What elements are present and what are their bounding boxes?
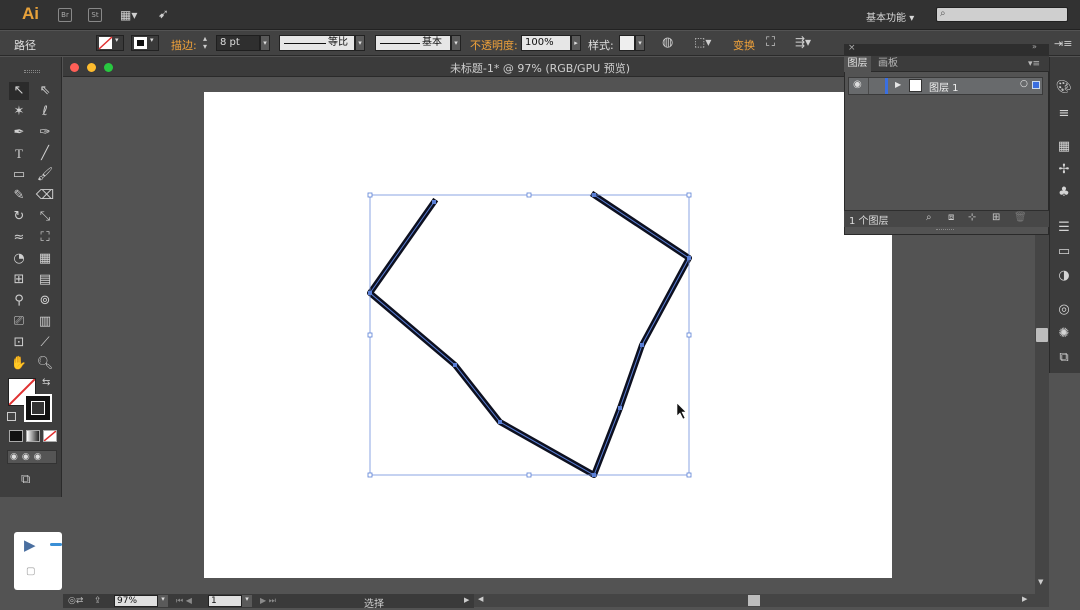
next-artboard-icon[interactable]: ▶ ⏭ [260,596,276,606]
layer-name[interactable]: 图层 1 [929,79,959,94]
brushes-icon[interactable]: ✢ [1055,162,1073,178]
scroll-right-icon[interactable]: ▶ [1022,595,1027,603]
graphic-styles-icon[interactable]: ✺ [1055,326,1073,342]
layers-panel-header[interactable]: × » [844,42,1049,56]
locate-object-icon[interactable]: ⌕ [926,212,932,223]
appearance-icon[interactable]: ◎ [1055,302,1073,318]
artboard-dropdown[interactable]: ▾ [242,595,252,607]
target-circle-icon[interactable]: ○ [1020,79,1028,89]
tab-layers[interactable]: 图层 [844,56,871,72]
gradient-panel-icon[interactable]: ▭ [1055,244,1073,260]
swatches-icon[interactable]: ▦ [1055,139,1073,155]
panel-menu-icon[interactable]: ▾≡ [1028,56,1040,72]
layer-row[interactable]: ◉ ▶ 图层 1 ○ [848,77,1043,95]
new-layer-icon[interactable]: ⊞ [992,212,1000,223]
collapse-icon[interactable]: » [1032,42,1037,51]
column-divider [868,78,869,94]
layer-count: 1 个图层 [849,216,889,227]
layer-thumbnail [909,79,922,92]
layers-icon[interactable]: ⧉ [1055,350,1073,366]
status-menu-icon[interactable]: ▶ [464,596,469,604]
scroll-left-icon[interactable]: ◀ [478,595,483,603]
export-icon[interactable]: ⇪ [94,596,102,606]
make-clipping-mask-icon[interactable]: ⧈ [948,212,954,223]
vertical-scroll-thumb[interactable] [1036,328,1048,342]
transparency-icon[interactable]: ◑ [1055,268,1073,284]
scroll-down-icon[interactable]: ▼ [1038,578,1043,586]
visibility-eye-icon[interactable]: ◉ [853,79,862,90]
new-sublayer-icon[interactable]: ⊹ [968,212,976,223]
rotate-view-icon[interactable]: ◎⇄ [68,596,83,606]
artboard-number-input[interactable]: 1 [208,595,242,607]
stroke-path[interactable] [367,190,692,478]
horizontal-scroll-thumb[interactable] [748,595,760,606]
layers-panel [844,44,1049,235]
zoom-dropdown[interactable]: ▾ [158,595,168,607]
symbols-icon[interactable]: ♣ [1055,185,1073,201]
mouse-cursor-icon [676,402,687,420]
layers-panel-tabs: 图层 画板 ▾≡ [844,56,1049,72]
layer-color-bar [885,78,888,94]
color-palette-icon[interactable]: 🎨︎ [1055,80,1073,96]
selection-indicator[interactable] [1032,81,1040,89]
stroke-panel-icon[interactable]: ☰ [1055,220,1073,236]
tab-artboards[interactable]: 画板 [878,56,898,72]
horizontal-scrollbar[interactable]: ◀ ▶ [474,594,1049,607]
close-icon[interactable]: × [848,43,856,53]
delete-layer-icon[interactable]: 🗑︎ [1014,212,1027,223]
panel-resize-grip[interactable] [936,229,954,231]
first-artboard-icon[interactable]: ⏮ ◀ [176,596,192,606]
properties-icon[interactable]: ≡ [1055,106,1073,122]
layers-panel-footer: 1 个图层 ⌕ ⧈ ⊹ ⊞ 🗑︎ [844,210,1049,227]
zoom-level-input[interactable]: 97% [114,595,158,607]
expand-triangle-icon[interactable]: ▶ [895,80,901,89]
